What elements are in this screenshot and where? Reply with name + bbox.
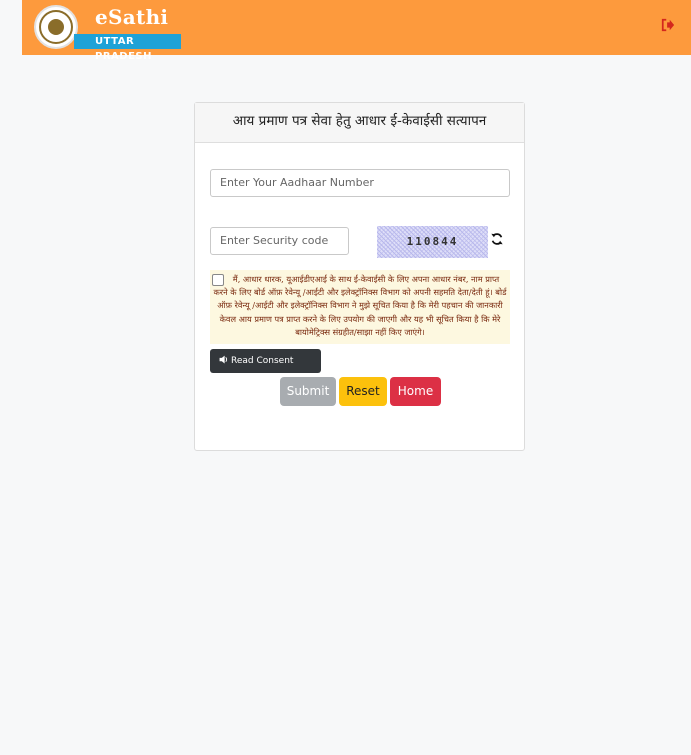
kyc-form-card: आय प्रमाण पत्र सेवा हेतु आधार ई-केवाईसी … — [194, 102, 525, 451]
speaker-icon — [219, 355, 228, 364]
aadhaar-number-input[interactable]: Enter Your Aadhaar Number — [210, 169, 510, 197]
consent-checkbox[interactable] — [212, 274, 224, 286]
consent-text: मैं, आधार धारक, यूआईडीएआई के साथ ई-केवाई… — [213, 274, 507, 337]
reset-button[interactable]: Reset — [339, 377, 387, 406]
app-header: eSathi UTTAR PRADESH — [22, 0, 691, 62]
submit-button[interactable]: Submit — [280, 377, 336, 406]
up-emblem-logo — [34, 5, 78, 49]
sign-out-icon[interactable] — [661, 18, 675, 32]
captcha-image: 110844 — [377, 226, 488, 258]
home-button[interactable]: Home — [390, 377, 441, 406]
refresh-icon[interactable] — [490, 232, 504, 246]
brand-name: eSathi — [95, 5, 169, 29]
security-code-input[interactable]: Enter Security code — [210, 227, 349, 255]
consent-box: मैं, आधार धारक, यूआईडीएआई के साथ ई-केवाई… — [210, 270, 510, 344]
read-consent-aloud-button[interactable]: Read Consent Aloud — [210, 349, 321, 390]
form-title: आय प्रमाण पत्र सेवा हेतु आधार ई-केवाईसी … — [195, 103, 524, 143]
brand-state-label: UTTAR PRADESH — [74, 34, 181, 62]
